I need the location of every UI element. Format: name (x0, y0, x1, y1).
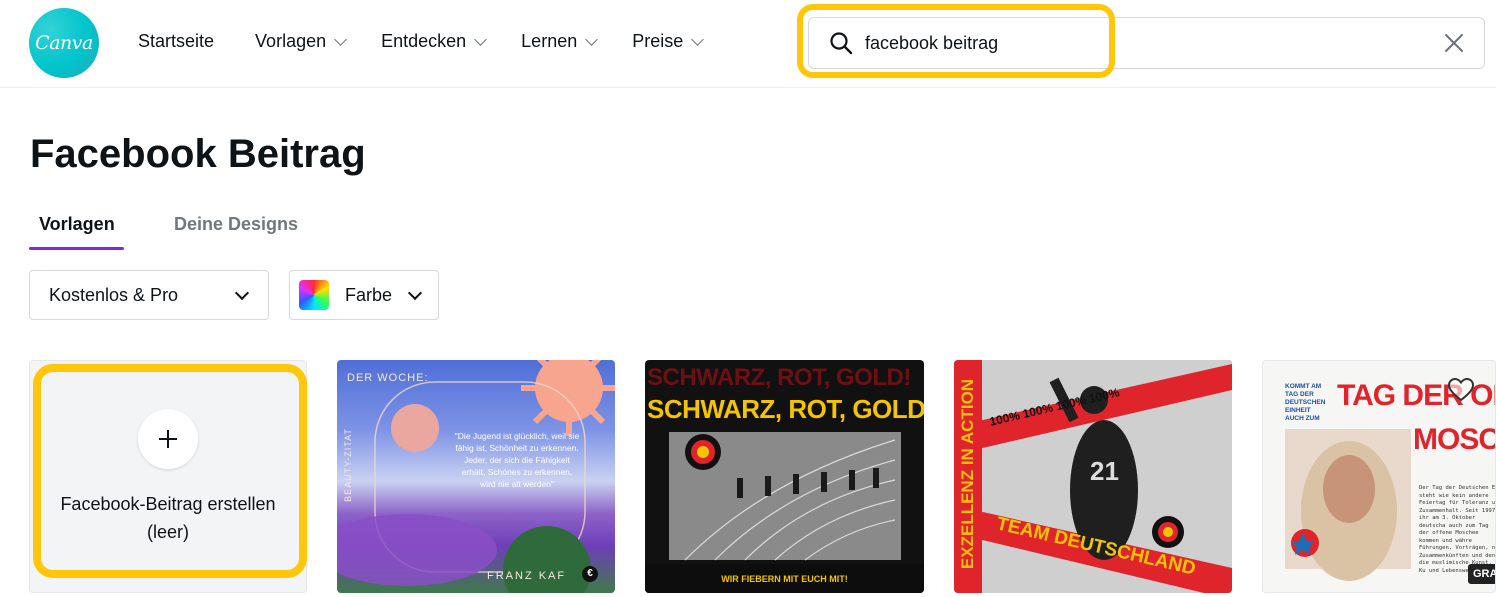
template-small-heading: KOMMT AM TAG DER DEUTSCHEN EINHEIT AUCH … (1285, 383, 1326, 422)
chevron-down-icon (691, 32, 705, 46)
template-quote: "Die Jugend ist glücklich, weil sie fähi… (454, 431, 580, 489)
chevron-down-icon (407, 285, 423, 301)
chevron-down-icon (585, 32, 599, 46)
nav-item-lernen[interactable]: Lernen (521, 31, 599, 52)
template-jersey-number: 21 (1090, 456, 1119, 486)
template-card-moschee[interactable]: KOMMT AM TAG DER DEUTSCHEN EINHEIT AUCH … (1262, 360, 1496, 593)
template-author: FRANZ KAF (487, 570, 567, 582)
filter-label: Farbe (345, 284, 393, 305)
nav-item-startseite[interactable]: Startseite (138, 31, 214, 52)
filter-label: Kostenlos & Pro (49, 284, 179, 305)
close-icon[interactable] (1443, 32, 1465, 54)
template-card-beauty-zitat[interactable]: DER WOCHE: BEAUTY-ZITAT "Die Jugend ist … (337, 360, 615, 593)
template-footer: WIR FIEBERN MIT EUCH MIT! (721, 574, 848, 584)
canva-logo[interactable]: Canva (29, 8, 99, 78)
nav-label: Vorlagen (255, 31, 327, 51)
license-filter-dropdown[interactable]: Kostenlos & Pro (29, 270, 269, 320)
template-headline-2: MOSCHE (1413, 423, 1495, 456)
nav-item-preise[interactable]: Preise (632, 31, 705, 52)
color-swatch-icon (299, 280, 329, 310)
pro-badge-icon: € (582, 566, 598, 582)
nav-item-entdecken[interactable]: Entdecken (381, 31, 488, 52)
template-card-team-deutschland[interactable]: EXZELLENZ IN ACTION 100% 100% 100% 100% … (954, 360, 1232, 593)
main-nav: Startseite Vorlagen Entdecken Lernen Pre… (138, 31, 705, 52)
template-side-label: BEAUTY-ZITAT (342, 428, 353, 502)
template-headline: SCHWARZ, ROT, GOLD! (647, 394, 924, 424)
nav-label: Startseite (138, 31, 215, 51)
plus-glyph (159, 430, 177, 448)
plus-icon (138, 409, 198, 469)
template-header: DER WOCHE: (347, 372, 429, 384)
template-side-label: EXZELLENZ IN ACTION (958, 378, 977, 570)
page-title: Facebook Beitrag (30, 132, 366, 176)
tab-vorlagen[interactable]: Vorlagen (39, 214, 115, 235)
chevron-down-icon (474, 32, 488, 46)
nav-label: Lernen (521, 31, 578, 51)
search-highlight-outline (797, 4, 1115, 78)
nav-label: Preise (632, 31, 684, 51)
nav-label: Entdecken (381, 31, 467, 51)
tab-deine-designs[interactable]: Deine Designs (174, 214, 298, 235)
chevron-down-icon (334, 32, 347, 46)
color-filter-dropdown[interactable]: Farbe (289, 270, 439, 320)
logo-text: Canva (35, 32, 93, 54)
template-card-schwarz-rot-gold[interactable]: SCHWARZ, ROT, GOLD! SCHWARZ, ROT, GOLD! … (645, 360, 924, 593)
template-body: Der Tag der Deutschen E steht wie kein a… (1419, 485, 1496, 574)
heart-icon[interactable] (1448, 378, 1474, 402)
active-tab-indicator (29, 247, 124, 250)
template-headline-top: SCHWARZ, ROT, GOLD! (647, 364, 911, 391)
nav-item-vorlagen[interactable]: Vorlagen (255, 31, 347, 52)
free-badge: GRA (1468, 564, 1495, 584)
create-card-label: Facebook-Beitrag erstellen (leer) (60, 494, 276, 542)
chevron-down-icon (234, 285, 250, 301)
